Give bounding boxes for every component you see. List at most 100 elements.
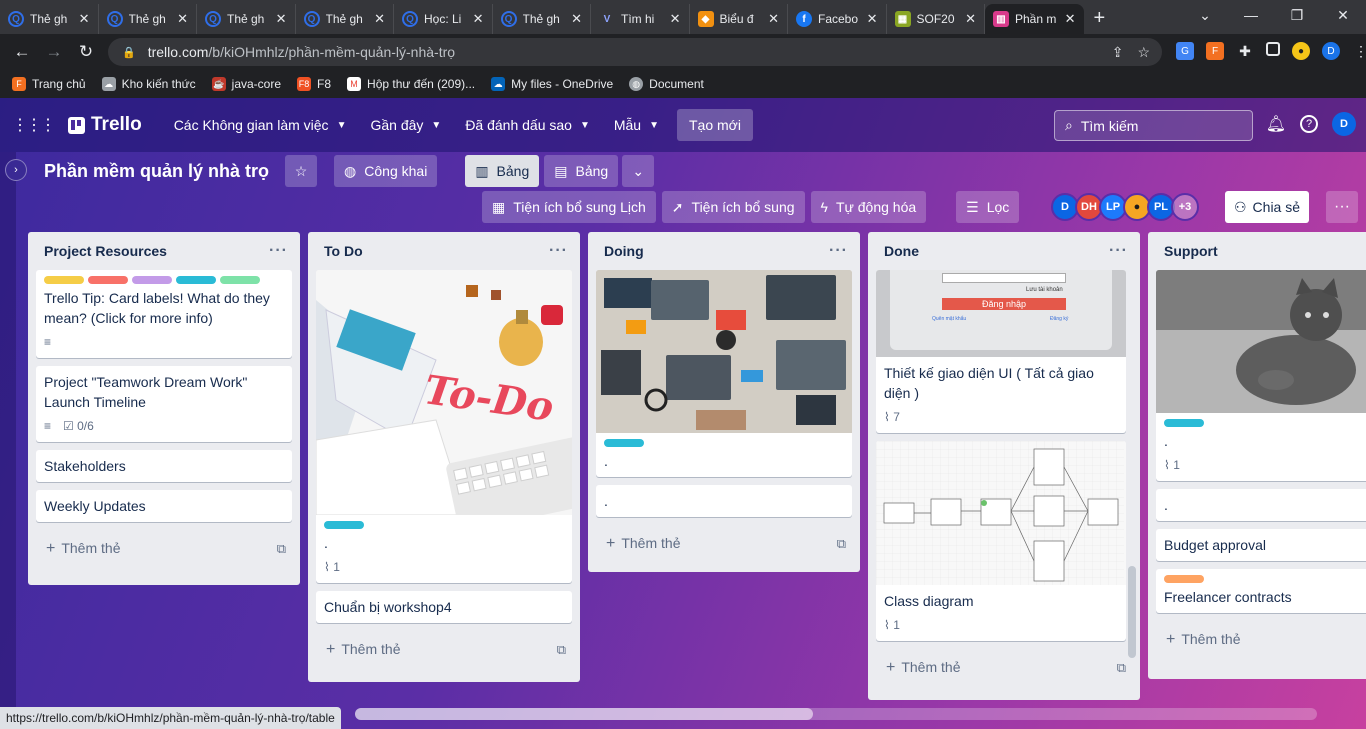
scrollbar-thumb[interactable] [355, 708, 813, 720]
powerups-button[interactable]: ➚ Tiện ích bổ sung [661, 191, 805, 223]
browser-tab[interactable]: Q Thẻ gh ✕ [0, 4, 99, 34]
browser-tab[interactable]: ◆ Biểu đ ✕ [690, 4, 788, 34]
profile-avatar[interactable]: D [1322, 42, 1340, 60]
bookmark-item[interactable]: F8 F8 [297, 77, 331, 91]
board-horizontal-scrollbar[interactable] [355, 708, 1317, 720]
list-title[interactable]: Project Resources [44, 243, 167, 259]
list-menu-icon[interactable]: ··· [1109, 242, 1128, 260]
close-icon[interactable]: ✕ [276, 11, 287, 27]
restore-icon[interactable]: ❐ [1274, 7, 1320, 24]
template-icon[interactable]: ⧉ [557, 642, 566, 658]
help-icon[interactable]: ? [1300, 115, 1318, 133]
add-card-button[interactable]: + Thêm thẻ [1148, 621, 1366, 659]
search-input[interactable]: ⌕ Tìm kiếm [1054, 110, 1253, 141]
more-members[interactable]: +3 [1171, 193, 1199, 221]
fpt-extension-icon[interactable]: F [1206, 42, 1224, 60]
template-icon[interactable]: ⧉ [837, 536, 846, 552]
address-bar[interactable]: 🔒 trello.com/b/kiOHmhlz/phần-mềm-quản-lý… [108, 38, 1162, 66]
board-menu-button[interactable]: ··· [1326, 191, 1358, 223]
card[interactable]: Project "Teamwork Dream Work" Launch Tim… [36, 366, 292, 442]
add-card-button[interactable]: + Thêm thẻ ⧉ [28, 530, 300, 568]
browser-tab[interactable]: f Facebo ✕ [788, 4, 887, 34]
bookmark-item[interactable]: ☕ java-core [211, 77, 281, 91]
notifications-icon[interactable]: 🔔︎ [1266, 114, 1286, 134]
card[interactable]: Lưu tài khoản Đăng nhập Quên mật khẩu Đă… [876, 270, 1126, 433]
card[interactable]: Weekly Updates [36, 490, 292, 522]
browser-tab[interactable]: ▦ SOF20 ✕ [887, 4, 985, 34]
card[interactable]: Stakeholders [36, 450, 292, 482]
close-icon[interactable]: ✕ [965, 11, 976, 27]
automation-button[interactable]: ϟ Tự động hóa [810, 191, 927, 223]
list-scrollbar[interactable] [1128, 566, 1136, 658]
board-view-button[interactable]: ▥ Bảng [465, 155, 540, 187]
list-title[interactable]: Doing [604, 243, 644, 259]
list-header[interactable]: Doing ··· [588, 232, 860, 270]
share-button[interactable]: ⚇ Chia sẻ [1225, 191, 1309, 223]
list-menu-icon[interactable]: ··· [269, 242, 288, 260]
trello-logo[interactable]: Trello [68, 114, 142, 136]
bookmark-item[interactable]: ☁ Kho kiến thức [101, 77, 196, 91]
card[interactable]: Budget approval [1156, 529, 1366, 561]
add-card-button[interactable]: + Thêm thẻ ⧉ [868, 649, 1140, 687]
card[interactable]: Class diagram ⌇ 1 [876, 441, 1126, 641]
list-title[interactable]: Support [1164, 243, 1218, 259]
calendar-powerup-button[interactable]: ▦ Tiện ích bổ sung Lịch [482, 191, 656, 223]
template-icon[interactable]: ⧉ [277, 541, 286, 557]
card[interactable]: . [1156, 489, 1366, 521]
menu-icon[interactable]: ⋮ [1352, 42, 1366, 60]
list-title[interactable]: To Do [324, 243, 363, 259]
close-icon[interactable]: ✕ [374, 11, 385, 27]
recent-menu[interactable]: Gần đây ▼ [358, 109, 453, 141]
minimize-icon[interactable]: — [1228, 7, 1274, 23]
card[interactable]: . [596, 270, 852, 477]
reload-icon[interactable]: ↻ [70, 42, 102, 62]
share-page-icon[interactable]: ⇪ [1112, 44, 1124, 61]
tab-search-icon[interactable]: ⌄ [1182, 7, 1228, 24]
list-header[interactable]: Project Resources ··· [28, 232, 300, 270]
close-icon[interactable]: ✕ [177, 11, 188, 27]
browser-tab-active[interactable]: ▥ Phần m ✕ [985, 4, 1084, 34]
new-tab-button[interactable]: + [1094, 7, 1106, 30]
list-header[interactable]: To Do ··· [308, 232, 580, 270]
back-icon[interactable]: ← [6, 42, 38, 62]
table-view-button[interactable]: ▤ Bảng [544, 155, 619, 187]
card[interactable]: . [596, 485, 852, 517]
close-icon[interactable]: ✕ [768, 11, 779, 27]
close-icon[interactable]: ✕ [473, 11, 484, 27]
card[interactable]: Chuẩn bị workshop4 [316, 591, 572, 623]
star-icon[interactable]: ☆ [1137, 44, 1150, 61]
sidepanel-icon[interactable] [1266, 42, 1280, 56]
close-icon[interactable]: ✕ [1065, 11, 1076, 27]
close-window-icon[interactable]: ✕ [1320, 7, 1366, 24]
close-icon[interactable]: ✕ [571, 11, 582, 27]
create-button[interactable]: Tạo mới [677, 109, 753, 141]
close-icon[interactable]: ✕ [79, 11, 90, 27]
list-header[interactable]: Support [1148, 232, 1366, 270]
translate-icon[interactable]: G [1176, 42, 1194, 60]
templates-menu[interactable]: Mẫu ▼ [602, 109, 671, 141]
starred-menu[interactable]: Đã đánh dấu sao ▼ [453, 109, 602, 141]
browser-tab[interactable]: Q Học: Li ✕ [394, 4, 493, 34]
bookmark-item[interactable]: F Trang chủ [12, 77, 86, 91]
security-icon[interactable]: ● [1292, 42, 1310, 60]
list-menu-icon[interactable]: ··· [549, 242, 568, 260]
list-header[interactable]: Done ··· [868, 232, 1140, 270]
bookmark-item[interactable]: ☁ My files - OneDrive [491, 77, 613, 91]
bookmark-item[interactable]: M Hộp thư đến (209)... [347, 77, 475, 91]
account-avatar[interactable]: D [1332, 112, 1356, 136]
forward-icon[interactable]: → [38, 42, 70, 62]
add-card-button[interactable]: + Thêm thẻ ⧉ [588, 525, 860, 563]
browser-tab[interactable]: Q Thẻ gh ✕ [197, 4, 296, 34]
card[interactable]: To-Do . ⌇ 1 [316, 270, 572, 583]
browser-tab[interactable]: Q Thẻ gh ✕ [493, 4, 591, 34]
list-title[interactable]: Done [884, 243, 919, 259]
board-title[interactable]: Phần mềm quản lý nhà trọ [44, 161, 269, 182]
add-card-button[interactable]: + Thêm thẻ ⧉ [308, 631, 580, 669]
expand-sidebar-button[interactable]: › [5, 159, 27, 181]
card[interactable]: Trello Tip: Card labels! What do they me… [36, 270, 292, 358]
bookmark-item[interactable]: ◍ Document [629, 77, 704, 91]
app-switcher-icon[interactable]: ⋮⋮⋮ [12, 115, 56, 135]
browser-tab[interactable]: Q Thẻ gh ✕ [296, 4, 394, 34]
browser-tab[interactable]: V Tìm hi ✕ [591, 4, 690, 34]
puzzle-icon[interactable]: ✚ [1236, 42, 1254, 60]
